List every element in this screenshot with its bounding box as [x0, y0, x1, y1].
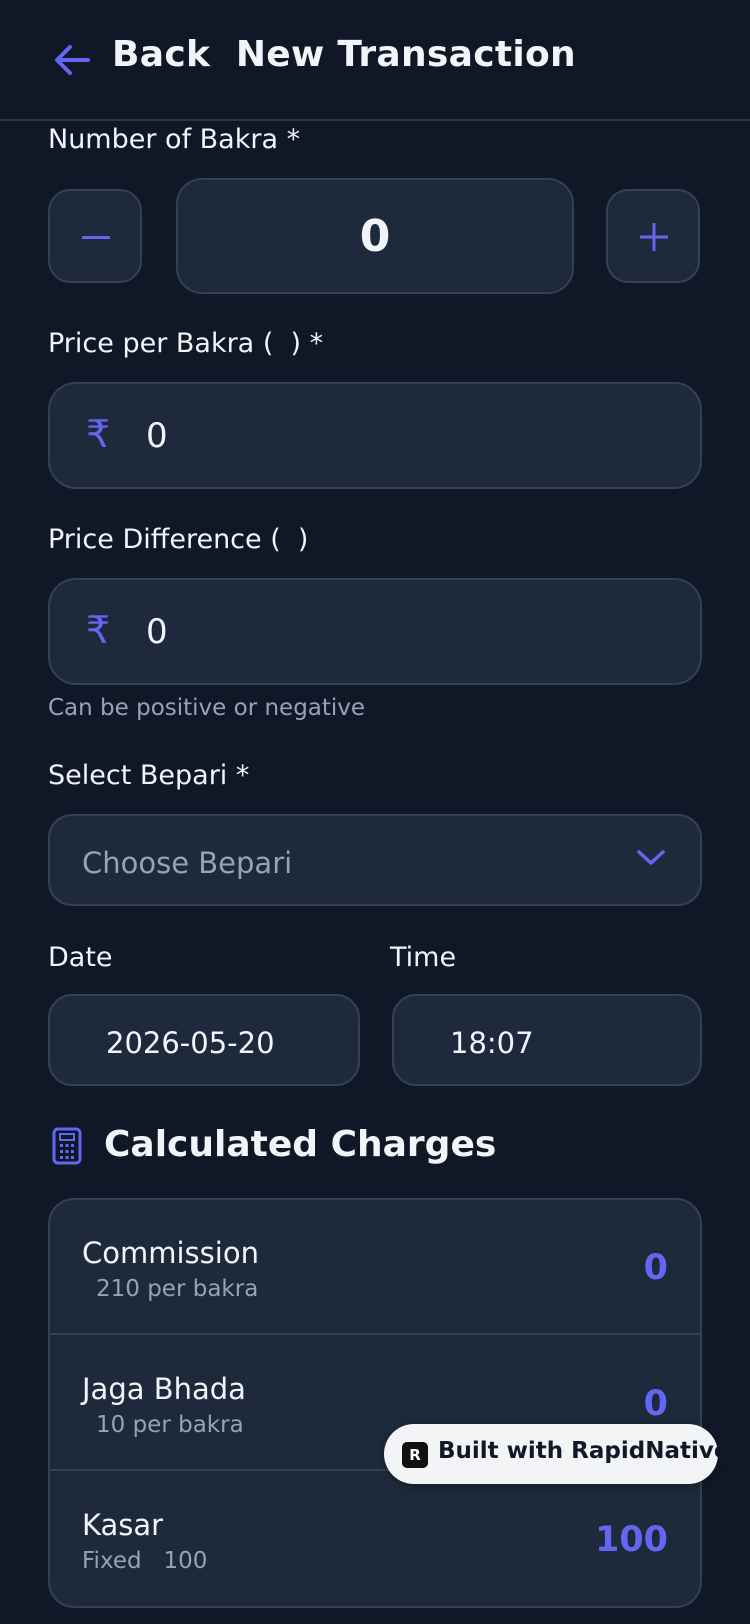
date-label: Date — [48, 942, 113, 973]
charge-amount: 0 — [643, 1384, 668, 1424]
rapidnative-logo-icon: R — [402, 1442, 428, 1468]
charge-amount: 0 — [643, 1248, 668, 1288]
rupee-icon: ₹ — [86, 412, 111, 456]
price-per-bakra-input[interactable]: ₹ 0 — [48, 382, 702, 489]
price-per-bakra-value: 0 — [146, 416, 168, 456]
charge-title: Commission — [82, 1236, 259, 1270]
charge-amount: 100 — [594, 1520, 668, 1560]
bakra-count-field[interactable]: 0 — [176, 178, 574, 294]
calculator-icon — [52, 1127, 82, 1165]
rupee-icon: ₹ — [86, 608, 111, 652]
time-label: Time — [390, 942, 457, 973]
charges-card: Commission 210 per bakra 0 Jaga Bhada 10… — [48, 1198, 702, 1608]
header: Back New Transaction — [0, 0, 750, 121]
built-with-badge[interactable]: R Built with RapidNative — [384, 1424, 729, 1484]
price-difference-input[interactable]: ₹ 0 — [48, 578, 702, 685]
date-field[interactable]: 2026-05-20 — [48, 994, 360, 1086]
bakra-label: Number of Bakra * — [48, 124, 301, 155]
charge-row-kasar: Kasar Fixed 100 100 — [50, 1472, 700, 1606]
increment-button[interactable] — [606, 189, 700, 283]
price-per-bakra-label: Price per Bakra ( ) * — [48, 328, 324, 359]
badge-text: Built with RapidNative — [438, 1438, 730, 1464]
charge-rate: 10 per bakra — [96, 1412, 244, 1438]
bepari-label: Select Bepari * — [48, 760, 250, 791]
bepari-select[interactable]: Choose Bepari — [48, 814, 702, 906]
charge-title: Kasar — [82, 1508, 164, 1542]
charge-row-commission: Commission 210 per bakra 0 — [50, 1200, 700, 1335]
charge-rate: Fixed 100 — [82, 1548, 208, 1574]
charge-title: Jaga Bhada — [82, 1372, 246, 1406]
chevron-down-icon — [637, 850, 665, 865]
charges-title: Calculated Charges — [104, 1124, 497, 1165]
date-value: 2026-05-20 — [106, 1026, 275, 1060]
page-title: Back New Transaction — [112, 34, 576, 75]
price-difference-value: 0 — [146, 612, 168, 652]
price-difference-label: Price Difference ( ) — [48, 524, 309, 555]
plus-icon — [640, 223, 668, 251]
arrow-left-icon[interactable] — [52, 42, 92, 78]
time-field[interactable]: 18:07 — [392, 994, 702, 1086]
minus-icon — [82, 236, 110, 239]
decrement-button[interactable] — [48, 189, 142, 283]
time-value: 18:07 — [450, 1026, 534, 1060]
charge-rate: 210 per bakra — [96, 1276, 259, 1302]
bepari-placeholder: Choose Bepari — [82, 846, 293, 880]
price-difference-hint: Can be positive or negative — [48, 695, 366, 721]
